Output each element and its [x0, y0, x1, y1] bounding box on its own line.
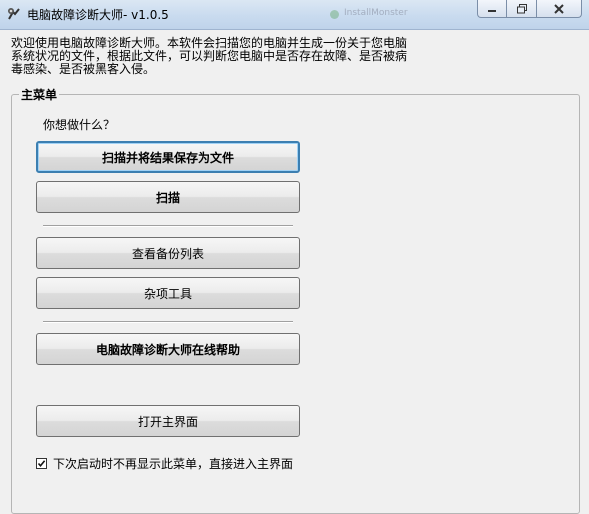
- minimize-button[interactable]: [477, 0, 507, 18]
- scan-and-save-button[interactable]: 扫描并将结果保存为文件: [36, 141, 300, 173]
- online-help-button[interactable]: 电脑故障诊断大师在线帮助: [36, 333, 300, 365]
- scan-button[interactable]: 扫描: [36, 181, 300, 213]
- skip-menu-checkbox-label: 下次启动时不再显示此菜单，直接进入主界面: [53, 457, 294, 471]
- restore-icon: [516, 3, 527, 13]
- background-tab: InstallMonster: [330, 8, 440, 22]
- separator: [43, 225, 293, 227]
- checkmark-icon: [37, 460, 46, 468]
- intro-text: 欢迎使用电脑故障诊断大师。本软件会扫描您的电脑并生成一份关于您电脑 系统状况的文…: [11, 36, 408, 76]
- restore-button[interactable]: [507, 0, 537, 18]
- title-bar[interactable]: 电脑故障诊断大师- v1.0.5 InstallMonster: [0, 0, 589, 30]
- open-main-interface-button[interactable]: 打开主界面: [36, 405, 300, 437]
- minimize-icon: [488, 9, 496, 12]
- window-title: 电脑故障诊断大师- v1.0.5: [27, 8, 169, 22]
- skip-menu-checkbox-row[interactable]: 下次启动时不再显示此菜单，直接进入主界面: [36, 455, 293, 472]
- background-tab-icon: [330, 10, 339, 19]
- background-tab-label: InstallMonster: [344, 8, 408, 18]
- window-controls: [477, 0, 582, 19]
- close-button[interactable]: [537, 0, 582, 18]
- main-menu-title: 主菜单: [19, 86, 60, 103]
- question-label: 你想做什么？: [43, 118, 116, 132]
- misc-tools-button[interactable]: 杂项工具: [36, 277, 300, 309]
- skip-menu-checkbox[interactable]: [36, 458, 47, 469]
- app-icon: [6, 6, 22, 22]
- separator: [43, 321, 293, 323]
- close-icon: [554, 3, 564, 14]
- view-backups-button[interactable]: 查看备份列表: [36, 237, 300, 269]
